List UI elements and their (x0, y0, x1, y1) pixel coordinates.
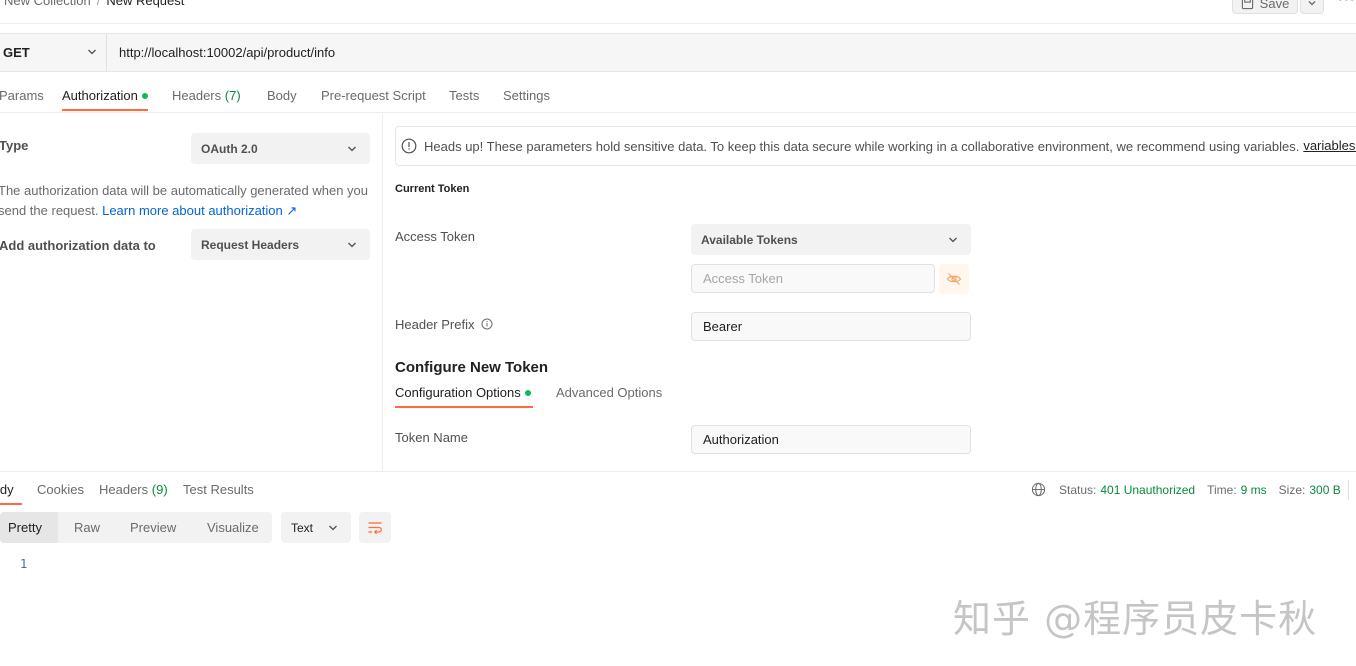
status-value[interactable]: 401 Unauthorized (1100, 483, 1195, 497)
header-prefix-label: Header Prefix (395, 317, 493, 332)
breadcrumb-current[interactable]: New Request (106, 0, 184, 8)
learn-more-link[interactable]: Learn more about authorization ↗ (102, 203, 297, 218)
tab-authorization-label: Authorization (62, 88, 138, 103)
auth-config-pane: Type OAuth 2.0 The authorization data wi… (0, 114, 383, 471)
variables-link[interactable]: variables ↗ (1303, 138, 1356, 154)
format-pretty[interactable]: Pretty (8, 520, 42, 535)
response-status: Status: 401 Unauthorized Time: 9 ms Size: 3… (1031, 482, 1353, 497)
auth-type-value: OAuth 2.0 (201, 141, 258, 156)
status-label: Status: (1059, 482, 1097, 497)
active-subtab-indicator (395, 406, 533, 408)
method-value: GET (3, 45, 30, 60)
banner-text: Heads up! These parameters hold sensitiv… (424, 138, 1300, 154)
response-format-tabs: Pretty Raw Preview Visualize (0, 512, 272, 543)
response-tab-test-results[interactable]: Test Results (183, 482, 254, 497)
toggle-visibility-button[interactable] (939, 264, 969, 294)
breadcrumb-parent[interactable]: New Collection (4, 0, 91, 8)
tab-authorization[interactable]: Authorization (62, 88, 148, 103)
sensitive-data-banner: Heads up! These parameters hold sensitiv… (395, 126, 1356, 166)
header-prefix-input[interactable]: Bearer (691, 312, 971, 341)
configure-new-token-title: Configure New Token (395, 359, 549, 376)
auth-type-label: Type (0, 138, 29, 153)
wrap-lines-button[interactable] (359, 512, 391, 543)
chevron-down-icon (348, 242, 356, 248)
oauth-settings-pane: Heads up! These parameters hold sensitiv… (384, 114, 1356, 471)
access-token-input[interactable]: Access Token (691, 264, 935, 293)
globe-icon[interactable] (1031, 482, 1046, 497)
save-icon (1241, 0, 1253, 9)
url-input[interactable]: http://localhost:10002/api/product/info (119, 45, 335, 60)
response-tab-headers-count: (9) (151, 482, 168, 497)
add-auth-to-label: Add authorization data to (0, 238, 156, 253)
divider (1348, 480, 1349, 500)
access-token-label: Access Token (395, 229, 475, 244)
save-label: Save (1259, 0, 1290, 11)
info-icon[interactable] (481, 318, 493, 330)
time-value[interactable]: 9 ms (1241, 483, 1267, 497)
auth-description: The authorization data will be automatic… (0, 181, 368, 221)
tab-headers-label: Headers (172, 88, 222, 103)
wrap-lines-icon (368, 521, 382, 534)
tab-headers-count: (7) (224, 88, 241, 103)
info-circle-icon (401, 138, 417, 154)
chevron-down-icon (329, 525, 337, 531)
response-active-tab-indicator (0, 503, 22, 505)
response-tab-body[interactable]: Body (0, 482, 14, 497)
chevron-down-icon (1308, 1, 1316, 6)
eye-off-icon (946, 273, 962, 285)
request-tabs: Params Authorization Headers (7) Body Pr… (0, 80, 1356, 113)
tab-body[interactable]: Body (267, 88, 297, 103)
response-tab-headers-label: Headers (99, 482, 149, 497)
add-auth-to-value: Request Headers (201, 237, 300, 252)
format-visualize[interactable]: Visualize (207, 520, 259, 535)
response-tab-cookies[interactable]: Cookies (37, 482, 84, 497)
chevron-down-icon (949, 237, 957, 243)
watermark: 知乎 @程序员皮卡秋 (953, 597, 1318, 641)
auth-type-select[interactable]: OAuth 2.0 (191, 133, 370, 164)
tab-configuration-options-label: Configuration Options (395, 385, 521, 400)
tab-advanced-options[interactable]: Advanced Options (556, 385, 662, 400)
time-label: Time: (1207, 482, 1237, 497)
method-select[interactable]: GET (0, 34, 107, 71)
top-bar: New Collection / New Request Save ••• (0, 0, 1356, 24)
header-prefix-label-text: Header Prefix (395, 317, 475, 332)
chevron-down-icon (348, 146, 356, 152)
response-tab-headers[interactable]: Headers (9) (99, 482, 168, 497)
active-tab-indicator (62, 109, 148, 111)
tab-configuration-options[interactable]: Configuration Options (395, 385, 531, 400)
token-name-input[interactable]: Authorization (691, 425, 971, 454)
more-options-icon[interactable]: ••• (1338, 0, 1356, 6)
available-tokens-select[interactable]: Available Tokens (691, 224, 971, 255)
tab-headers[interactable]: Headers (7) (172, 88, 241, 103)
add-auth-to-select[interactable]: Request Headers (191, 229, 370, 260)
language-value: Text (291, 520, 314, 535)
tab-params[interactable]: Params (0, 88, 44, 103)
format-preview[interactable]: Preview (130, 520, 176, 535)
language-select[interactable]: Text (281, 512, 351, 543)
size-label: Size: (1278, 482, 1306, 497)
size-value[interactable]: 300 B (1309, 483, 1340, 497)
tab-settings[interactable]: Settings (503, 88, 550, 103)
format-raw[interactable]: Raw (74, 520, 100, 535)
breadcrumb-separator: / (96, 0, 101, 8)
chevron-down-icon (88, 49, 96, 55)
token-name-label: Token Name (395, 430, 468, 445)
tab-pre-request-script[interactable]: Pre-request Script (321, 88, 426, 103)
line-number: 1 (20, 557, 28, 571)
tab-tests[interactable]: Tests (449, 88, 479, 103)
breadcrumb: New Collection / New Request (4, 0, 184, 8)
current-token-title: Current Token (395, 183, 470, 195)
url-bar: GET http://localhost:10002/api/product/i… (0, 33, 1356, 72)
modified-dot-icon (524, 389, 531, 396)
save-options-button[interactable] (1300, 0, 1324, 14)
modified-dot-icon (141, 92, 148, 99)
available-tokens-value: Available Tokens (701, 232, 798, 247)
save-button[interactable]: Save (1232, 0, 1298, 14)
